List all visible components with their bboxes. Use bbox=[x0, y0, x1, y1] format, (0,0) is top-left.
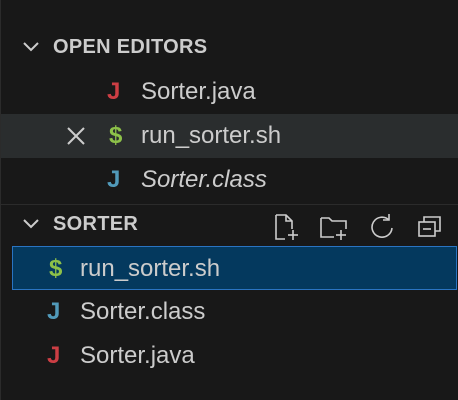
collapse-all-icon[interactable] bbox=[415, 212, 445, 242]
refresh-icon[interactable] bbox=[367, 212, 397, 242]
folder-item-label: Sorter.java bbox=[80, 342, 195, 369]
folder-item-sorter-java[interactable]: J Sorter.java bbox=[1, 334, 458, 378]
shell-file-icon: $ bbox=[109, 122, 123, 149]
close-icon[interactable] bbox=[64, 124, 88, 148]
open-editor-label: Sorter.java bbox=[141, 78, 256, 105]
open-editor-label: Sorter.class bbox=[141, 166, 267, 193]
folder-item-sorter-class[interactable]: J Sorter.class bbox=[1, 290, 458, 334]
java-class-file-icon: J bbox=[47, 298, 61, 325]
open-editor-item-run-sorter-sh[interactable]: $ run_sorter.sh bbox=[1, 114, 458, 158]
open-editors-header[interactable]: OPEN EDITORS bbox=[1, 25, 458, 69]
shell-file-icon: $ bbox=[49, 255, 63, 282]
folder-item-label: run_sorter.sh bbox=[80, 255, 221, 282]
chevron-down-icon bbox=[23, 42, 39, 52]
new-folder-icon[interactable] bbox=[319, 212, 349, 242]
java-class-file-icon: J bbox=[107, 166, 121, 193]
folder-item-run-sorter-sh[interactable]: $ run_sorter.sh bbox=[12, 246, 457, 290]
sorter-folder-title: SORTER bbox=[53, 212, 139, 235]
new-file-icon[interactable] bbox=[271, 212, 301, 242]
folder-item-label: Sorter.class bbox=[80, 298, 206, 325]
java-file-icon: J bbox=[107, 78, 121, 105]
explorer-panel: OPEN EDITORS J Sorter.java $ run_sorter.… bbox=[0, 0, 458, 400]
open-editor-item-sorter-class[interactable]: J Sorter.class bbox=[1, 158, 458, 202]
sorter-folder-header[interactable]: SORTER bbox=[1, 202, 458, 246]
java-file-icon: J bbox=[47, 342, 61, 369]
open-editor-label: run_sorter.sh bbox=[141, 122, 282, 149]
open-editor-item-sorter-java[interactable]: J Sorter.java bbox=[1, 70, 458, 114]
chevron-down-icon bbox=[23, 219, 39, 229]
open-editors-title: OPEN EDITORS bbox=[53, 35, 208, 58]
